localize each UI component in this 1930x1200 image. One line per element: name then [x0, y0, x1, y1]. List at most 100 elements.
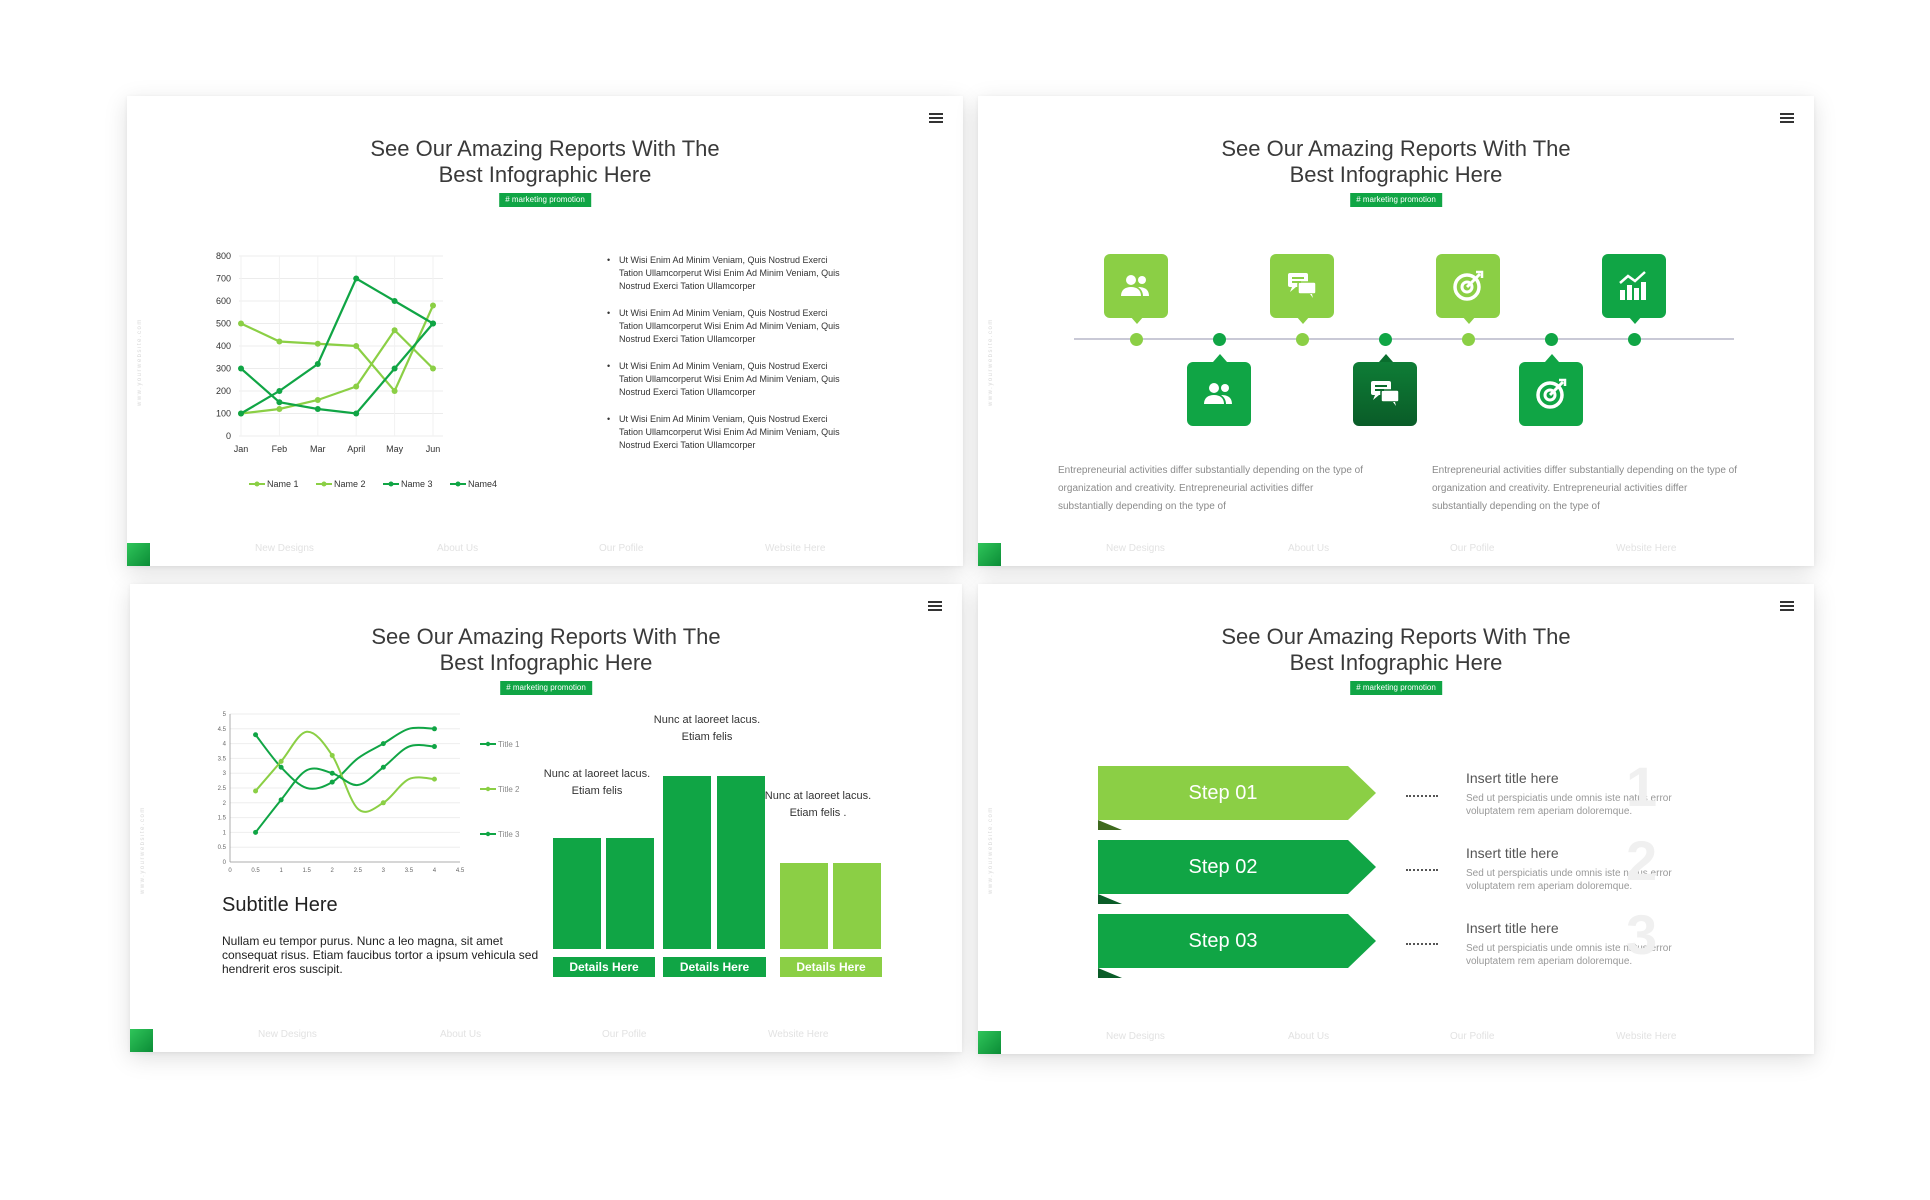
menu-icon[interactable]	[929, 113, 943, 123]
footer-nav: New Designs About Us Our Pofile Website …	[978, 1031, 1814, 1045]
bar	[663, 776, 711, 949]
bullet-item: Ut Wisi Enim Ad Minim Veniam, Quis Nostr…	[607, 307, 852, 346]
pointer	[1545, 354, 1559, 362]
step-label: Step 01	[1188, 782, 1258, 804]
y-tick-label: 300	[216, 364, 231, 374]
data-point	[314, 361, 321, 367]
legend-marker	[321, 481, 327, 487]
footer-link[interactable]: Our Pofile	[602, 1029, 646, 1040]
corner-accent	[978, 543, 1001, 566]
data-point	[276, 388, 283, 394]
bar	[553, 838, 601, 949]
pointer	[1296, 316, 1310, 324]
menu-icon[interactable]	[1780, 601, 1794, 611]
footer-link[interactable]: Website Here	[768, 1029, 828, 1040]
footer-link[interactable]: About Us	[440, 1029, 481, 1040]
title-line-2: Best Infographic Here	[438, 162, 652, 187]
slide-line-chart[interactable]: See Our Amazing Reports With The Best In…	[127, 96, 963, 566]
bar-caption: Nunc at laoreet lacus. Etiam felis .	[760, 788, 876, 822]
slide-bar-chart[interactable]: See Our Amazing Reports With The Best In…	[130, 584, 962, 1052]
details-button[interactable]: Details Here	[553, 957, 655, 977]
details-button[interactable]: Details Here	[780, 957, 882, 977]
title-line-2: Best Infographic Here	[1289, 162, 1503, 187]
caption-line: Nunc at laoreet lacus.	[764, 790, 872, 802]
footer-link[interactable]: About Us	[1288, 543, 1329, 554]
caption-line: Etiam felis .	[789, 807, 847, 819]
target-icon[interactable]	[1519, 362, 1583, 426]
bar	[780, 862, 828, 949]
legend-label: Name4	[468, 479, 497, 489]
footer-link[interactable]: About Us	[1288, 1031, 1329, 1042]
footer-link[interactable]: Our Pofile	[1450, 1031, 1494, 1042]
footer-link[interactable]: New Designs	[1106, 543, 1165, 554]
vertical-website-text: www.yourwebsite.com	[137, 318, 143, 406]
timeline-dot	[1545, 333, 1558, 346]
y-tick-label: 800	[216, 251, 231, 261]
footer-link[interactable]: New Designs	[255, 543, 314, 554]
y-tick-label: 500	[216, 319, 231, 329]
timeline-dot	[1379, 333, 1392, 346]
series-line	[240, 305, 435, 394]
caption-line: Etiam felis	[571, 785, 623, 797]
footer-link[interactable]: Website Here	[1616, 543, 1676, 554]
x-tick-label: May	[386, 444, 404, 454]
dotted-connector	[1406, 795, 1438, 797]
slide-timeline[interactable]: See Our Amazing Reports With The Best In…	[978, 96, 1814, 566]
x-tick-label: Jun	[426, 444, 441, 454]
legend-label: Name 2	[334, 479, 366, 489]
data-point	[314, 406, 321, 412]
details-button[interactable]: Details Here	[663, 957, 766, 977]
footer-link[interactable]: Website Here	[765, 543, 825, 554]
timeline-dot	[1462, 333, 1475, 346]
bar	[833, 862, 881, 949]
footer-link[interactable]: New Designs	[1106, 1031, 1165, 1042]
description-text: Entrepreneurial activities differ substa…	[1058, 465, 1364, 512]
data-point	[353, 410, 360, 417]
data-point	[430, 302, 436, 309]
y-tick-label: 0	[226, 431, 231, 441]
caption-line: Nunc at laoreet lacus.	[543, 768, 651, 780]
users-icon[interactable]	[1187, 362, 1251, 426]
tag-badge: # marketing promotion	[499, 193, 591, 207]
pointer	[1462, 316, 1476, 324]
step-text: Sed ut perspiciatis unde omnis iste natu…	[1466, 868, 1672, 892]
footer-link[interactable]: Website Here	[1616, 1031, 1676, 1042]
data-point	[238, 320, 244, 327]
data-point	[314, 397, 321, 403]
footer-link[interactable]: Our Pofile	[1450, 543, 1494, 554]
footer-link[interactable]: New Designs	[258, 1029, 317, 1040]
bullet-item: Ut Wisi Enim Ad Minim Veniam, Quis Nostr…	[607, 360, 852, 399]
step-text: Sed ut perspiciatis unde omnis iste natu…	[1466, 793, 1672, 817]
x-tick-label: April	[347, 444, 365, 454]
x-tick-label: Mar	[310, 444, 326, 454]
title-line-1: See Our Amazing Reports With The	[1221, 136, 1571, 161]
chat-icon[interactable]	[1270, 254, 1334, 318]
step-label: Step 02	[1188, 856, 1258, 878]
title-line-2: Best Infographic Here	[1289, 650, 1503, 675]
caption-line: Nunc at laoreet lacus.	[653, 714, 761, 726]
description-text: Entrepreneurial activities differ substa…	[1432, 465, 1738, 512]
footer-link[interactable]: Our Pofile	[599, 543, 643, 554]
bar-chart-icon[interactable]	[1602, 254, 1666, 318]
timeline-dot	[1296, 333, 1309, 346]
target-icon[interactable]	[1436, 254, 1500, 318]
tag-badge: # marketing promotion	[1350, 193, 1442, 207]
chat-icon[interactable]	[1353, 362, 1417, 426]
bullet-list: Ut Wisi Enim Ad Minim Veniam, Quis Nostr…	[607, 254, 852, 466]
footer-link[interactable]: About Us	[437, 543, 478, 554]
pointer	[1213, 354, 1227, 362]
vertical-website-text: www.yourwebsite.com	[988, 806, 994, 894]
x-tick-label: Jan	[234, 444, 249, 454]
data-point	[314, 340, 321, 347]
menu-icon[interactable]	[1780, 113, 1794, 123]
data-point	[353, 275, 360, 282]
slide-steps[interactable]: See Our Amazing Reports With The Best In…	[978, 584, 1814, 1054]
step-number: 1	[1626, 755, 1658, 818]
step-label: Step 03	[1188, 930, 1258, 952]
y-tick-label: 600	[216, 296, 231, 306]
bar	[717, 776, 765, 949]
title-line-1: See Our Amazing Reports With The	[370, 136, 720, 161]
corner-accent	[130, 1029, 153, 1052]
line-chart: 0 100 200 300 400 500 600 700 800 Jan Feb Mar April M…	[216, 251, 497, 489]
users-icon[interactable]	[1104, 254, 1168, 318]
